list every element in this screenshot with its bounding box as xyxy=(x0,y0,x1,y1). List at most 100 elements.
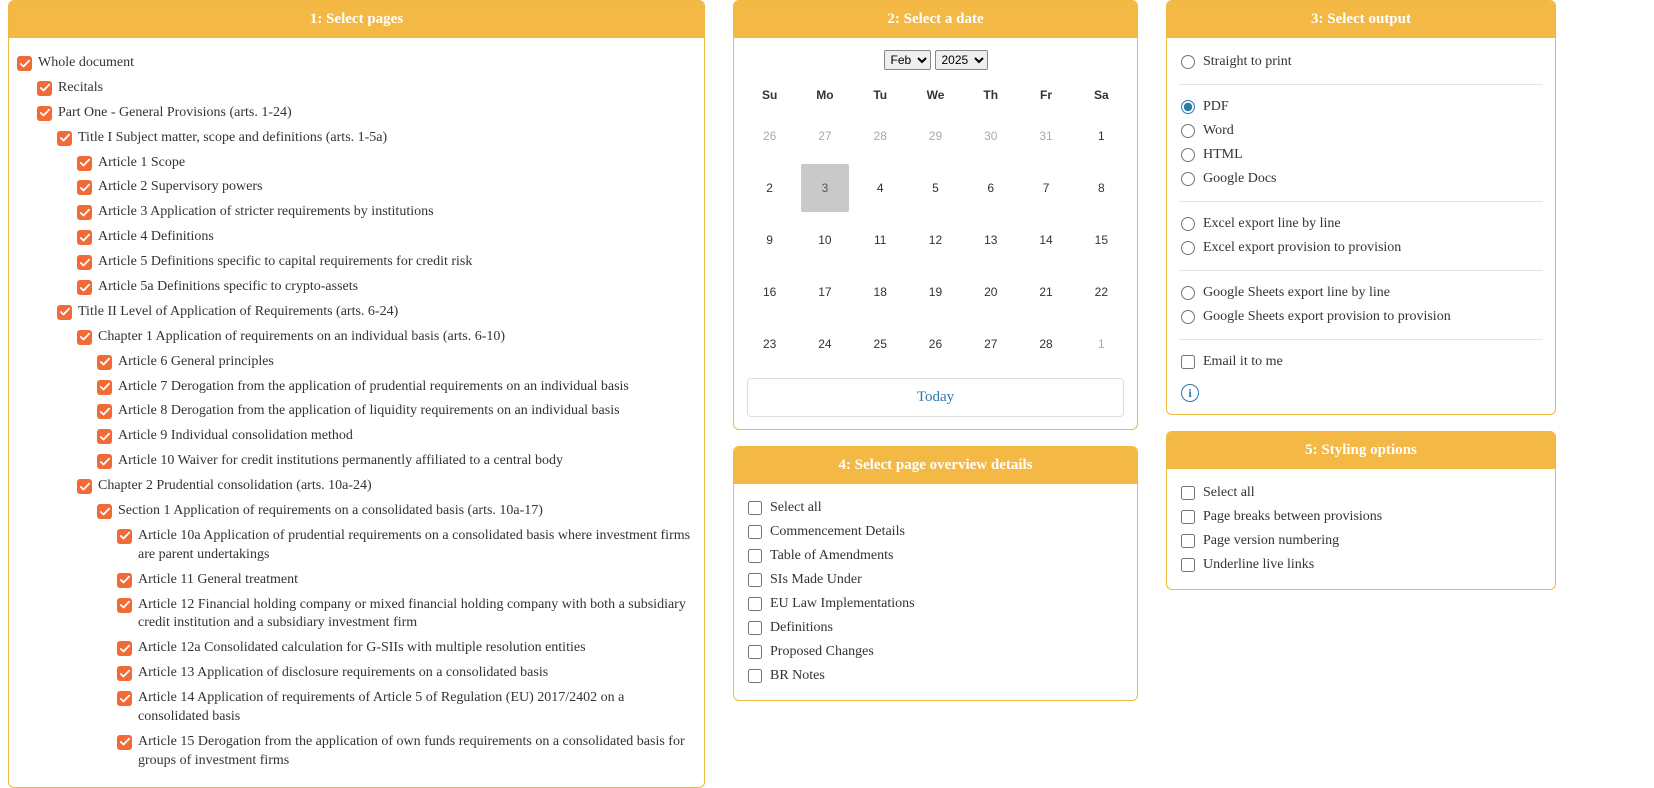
styling-underline-checkbox[interactable] xyxy=(1181,558,1195,572)
tree-label[interactable]: Article 4 Definitions xyxy=(98,228,214,247)
details-amendments-label[interactable]: Table of Amendments xyxy=(770,548,893,564)
output-excel-line-radio[interactable] xyxy=(1181,217,1195,231)
tree-label[interactable]: Article 5a Definitions specific to crypt… xyxy=(98,278,358,297)
output-excel-prov-label[interactable]: Excel export provision to provision xyxy=(1203,240,1401,256)
details-defs-label[interactable]: Definitions xyxy=(770,620,833,636)
tree-checkbox[interactable] xyxy=(77,205,92,220)
details-br-checkbox[interactable] xyxy=(748,669,762,683)
tree-label[interactable]: Chapter 2 Prudential consolidation (arts… xyxy=(98,477,372,496)
output-print-radio[interactable] xyxy=(1181,55,1195,69)
tree-checkbox[interactable] xyxy=(77,330,92,345)
details-amendments[interactable]: Table of Amendments xyxy=(742,544,1129,568)
calendar-day[interactable]: 27 xyxy=(797,110,852,162)
calendar-day[interactable]: 30 xyxy=(963,110,1018,162)
calendar-day[interactable]: 13 xyxy=(963,214,1018,266)
calendar-day[interactable]: 12 xyxy=(908,214,963,266)
tree-node-whole[interactable]: Whole document xyxy=(17,52,696,75)
today-button[interactable]: Today xyxy=(747,378,1124,417)
tree-label[interactable]: Article 7 Derogation from the applicatio… xyxy=(118,378,629,397)
tree-label[interactable]: Article 10 Waiver for credit institution… xyxy=(118,452,563,471)
calendar-day[interactable]: 21 xyxy=(1018,266,1073,318)
calendar-day[interactable]: 25 xyxy=(853,318,908,370)
tree-checkbox[interactable] xyxy=(37,106,52,121)
tree-label[interactable]: Title I Subject matter, scope and defini… xyxy=(78,129,387,148)
output-excel-prov-radio[interactable] xyxy=(1181,241,1195,255)
details-sis-checkbox[interactable] xyxy=(748,573,762,587)
output-gdocs-label[interactable]: Google Docs xyxy=(1203,171,1277,187)
styling-breaks[interactable]: Page breaks between provisions xyxy=(1175,505,1547,529)
tree-checkbox[interactable] xyxy=(17,56,32,71)
calendar-day[interactable]: 7 xyxy=(1018,162,1073,214)
tree-checkbox[interactable] xyxy=(117,598,132,613)
details-commencement-checkbox[interactable] xyxy=(748,525,762,539)
calendar-day[interactable]: 20 xyxy=(963,266,1018,318)
details-proposed[interactable]: Proposed Changes xyxy=(742,640,1129,664)
tree-label[interactable]: Article 5 Definitions specific to capita… xyxy=(98,253,472,272)
tree-label[interactable]: Title II Level of Application of Require… xyxy=(78,303,398,322)
tree-label[interactable]: Part One - General Provisions (arts. 1-2… xyxy=(58,104,292,123)
calendar-day[interactable]: 28 xyxy=(853,110,908,162)
tree-label[interactable]: Article 8 Derogation from the applicatio… xyxy=(118,402,620,421)
tree-checkbox[interactable] xyxy=(117,529,132,544)
output-pdf-label[interactable]: PDF xyxy=(1203,99,1229,115)
tree-label[interactable]: Whole document xyxy=(38,54,134,73)
calendar-day[interactable]: 5 xyxy=(908,162,963,214)
tree-node-a5[interactable]: Article 5 Definitions specific to capita… xyxy=(77,251,696,274)
styling-version-checkbox[interactable] xyxy=(1181,534,1195,548)
output-email-label[interactable]: Email it to me xyxy=(1203,354,1283,370)
calendar-day[interactable]: 28 xyxy=(1018,318,1073,370)
details-all[interactable]: Select all xyxy=(742,496,1129,520)
tree-node-a12a[interactable]: Article 12a Consolidated calculation for… xyxy=(117,637,696,660)
calendar-day[interactable]: 1 xyxy=(1074,110,1129,162)
calendar-day[interactable]: 1 xyxy=(1074,318,1129,370)
calendar-day[interactable]: 26 xyxy=(908,318,963,370)
calendar-day[interactable]: 6 xyxy=(963,162,1018,214)
tree-checkbox[interactable] xyxy=(97,504,112,519)
details-eu[interactable]: EU Law Implementations xyxy=(742,592,1129,616)
tree-node-recitals[interactable]: Recitals xyxy=(37,77,696,100)
calendar-day[interactable]: 19 xyxy=(908,266,963,318)
tree-label[interactable]: Article 9 Individual consolidation metho… xyxy=(118,427,353,446)
styling-all-label[interactable]: Select all xyxy=(1203,485,1255,501)
styling-version[interactable]: Page version numbering xyxy=(1175,529,1547,553)
calendar-day[interactable]: 14 xyxy=(1018,214,1073,266)
tree-node-a14[interactable]: Article 14 Application of requirements o… xyxy=(117,687,696,729)
output-email-checkbox[interactable] xyxy=(1181,355,1195,369)
tree-checkbox[interactable] xyxy=(97,355,112,370)
year-select[interactable]: 2025 xyxy=(935,50,988,70)
tree-label[interactable]: Chapter 1 Application of requirements on… xyxy=(98,328,505,347)
tree-node-a7[interactable]: Article 7 Derogation from the applicatio… xyxy=(97,376,696,399)
details-br[interactable]: BR Notes xyxy=(742,664,1129,688)
calendar-day[interactable]: 17 xyxy=(797,266,852,318)
tree-checkbox[interactable] xyxy=(77,479,92,494)
styling-all[interactable]: Select all xyxy=(1175,481,1547,505)
output-html-radio[interactable] xyxy=(1181,148,1195,162)
output-excel-line-label[interactable]: Excel export line by line xyxy=(1203,216,1341,232)
details-commencement-label[interactable]: Commencement Details xyxy=(770,524,905,540)
calendar-day[interactable]: 23 xyxy=(742,318,797,370)
info-icon[interactable]: i xyxy=(1181,384,1199,402)
tree-node-a10a[interactable]: Article 10a Application of prudential re… xyxy=(117,525,696,567)
output-gsheets-line[interactable]: Google Sheets export line by line xyxy=(1175,281,1547,305)
output-word[interactable]: Word xyxy=(1175,119,1547,143)
tree-checkbox[interactable] xyxy=(117,573,132,588)
calendar-day[interactable]: 16 xyxy=(742,266,797,318)
calendar-day[interactable]: 24 xyxy=(797,318,852,370)
details-commencement[interactable]: Commencement Details xyxy=(742,520,1129,544)
styling-all-checkbox[interactable] xyxy=(1181,486,1195,500)
tree-checkbox[interactable] xyxy=(117,735,132,750)
tree-checkbox[interactable] xyxy=(97,404,112,419)
tree-checkbox[interactable] xyxy=(97,380,112,395)
tree-node-a2[interactable]: Article 2 Supervisory powers xyxy=(77,176,696,199)
tree-checkbox[interactable] xyxy=(77,255,92,270)
details-proposed-label[interactable]: Proposed Changes xyxy=(770,644,874,660)
tree-node-a5a[interactable]: Article 5a Definitions specific to crypt… xyxy=(77,276,696,299)
tree-node-a8[interactable]: Article 8 Derogation from the applicatio… xyxy=(97,400,696,423)
calendar-day[interactable]: 10 xyxy=(797,214,852,266)
tree-node-ch2[interactable]: Chapter 2 Prudential consolidation (arts… xyxy=(77,475,696,498)
output-pdf[interactable]: PDF xyxy=(1175,95,1547,119)
tree-node-title1[interactable]: Title I Subject matter, scope and defini… xyxy=(57,127,696,150)
output-html-label[interactable]: HTML xyxy=(1203,147,1243,163)
details-all-label[interactable]: Select all xyxy=(770,500,822,516)
tree-checkbox[interactable] xyxy=(37,81,52,96)
